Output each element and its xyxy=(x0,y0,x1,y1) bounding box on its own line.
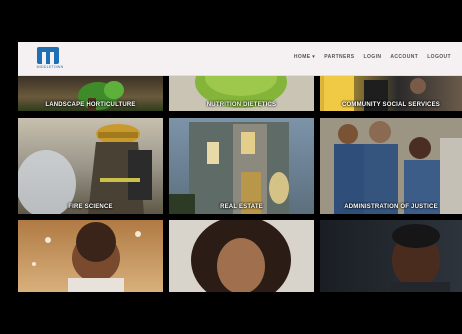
tile-label: REAL ESTATE xyxy=(220,204,263,210)
tile-administration-of-justice[interactable]: ADMINISTRATION OF JUSTICE xyxy=(320,118,462,214)
tile-nutrition-dietetics[interactable]: NUTRITION DIETETICS xyxy=(169,76,314,111)
nav-login[interactable]: LOGIN xyxy=(364,54,382,60)
tile-label: COMMUNITY SOCIAL SERVICES xyxy=(341,102,440,108)
house-image xyxy=(169,122,289,214)
tile-young-man-computer[interactable] xyxy=(320,220,462,292)
tile-label: NUTRITION DIETETICS xyxy=(206,102,277,108)
logo-text: MIDDLETOWN xyxy=(36,65,64,69)
program-grid: LANDSCAPE HORTICULTURE NUTRITION DIETETI… xyxy=(18,76,462,292)
child-image xyxy=(32,222,141,292)
tile-community-social-services[interactable]: COMMUNITY SOCIAL SERVICES xyxy=(320,76,462,111)
site-logo[interactable]: MIDDLETOWN xyxy=(35,47,65,71)
nav-partners[interactable]: PARTNERS xyxy=(324,54,354,60)
tile-label: ADMINISTRATION OF JUSTICE xyxy=(344,204,438,210)
tile-fire-science[interactable]: FIRE SCIENCE xyxy=(18,118,163,214)
tile-child-splashing[interactable] xyxy=(18,220,163,292)
nav-logout[interactable]: LOGOUT xyxy=(427,54,451,60)
top-navbar: MIDDLETOWN HOME ▾ PARTNERS LOGIN ACCOUNT… xyxy=(18,42,462,76)
tile-woman-portrait[interactable] xyxy=(169,220,314,292)
nav-home-dropdown[interactable]: HOME ▾ xyxy=(294,54,315,60)
firefighter-image xyxy=(18,124,152,214)
tile-landscape-horticulture[interactable]: LANDSCAPE HORTICULTURE xyxy=(18,76,163,111)
main-nav: HOME ▾ PARTNERS LOGIN ACCOUNT LOGOUT xyxy=(294,54,451,60)
tile-label: LANDSCAPE HORTICULTURE xyxy=(45,102,136,108)
nav-account[interactable]: ACCOUNT xyxy=(390,54,418,60)
letterbox-bottom xyxy=(0,292,462,334)
video-frame: MIDDLETOWN HOME ▾ PARTNERS LOGIN ACCOUNT… xyxy=(18,0,462,334)
logo-icon xyxy=(37,47,59,64)
officers-image xyxy=(320,118,462,214)
young-man-image xyxy=(390,224,450,292)
woman-image xyxy=(191,220,291,292)
tile-real-estate[interactable]: REAL ESTATE xyxy=(169,118,314,214)
tile-label: FIRE SCIENCE xyxy=(68,204,113,210)
